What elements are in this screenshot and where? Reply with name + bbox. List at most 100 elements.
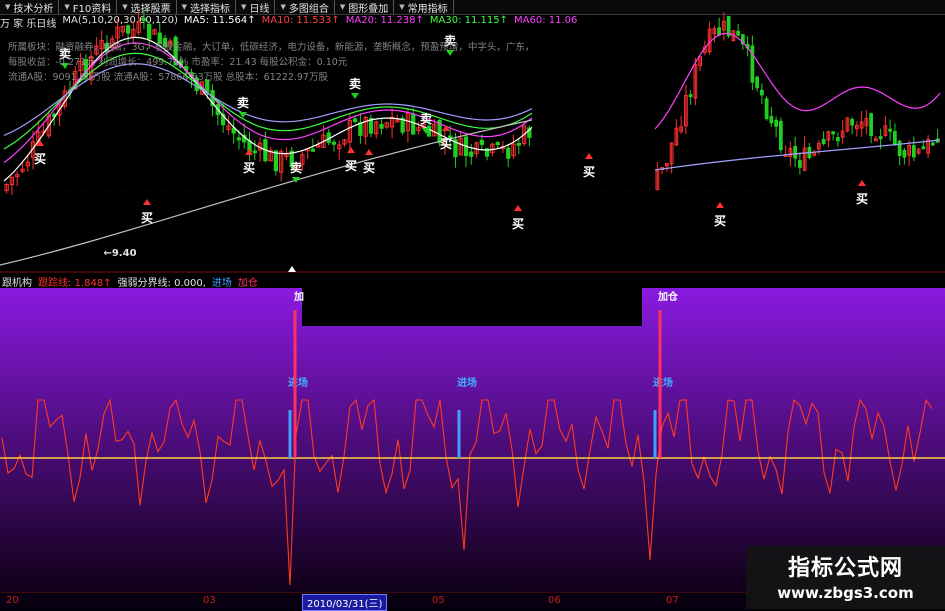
candle-body [921, 146, 926, 150]
candle-body [897, 140, 902, 156]
indicator-title: 跟机构 [2, 278, 32, 289]
buy-signal: 买 [243, 161, 255, 175]
candle-body [310, 148, 316, 152]
date-label: 20 [6, 595, 19, 606]
low-price-label: ←9.40 [103, 248, 136, 259]
candle-body [793, 145, 797, 159]
add-label: 加 [293, 290, 304, 303]
candle-body [479, 139, 484, 145]
divider-line-value: 强弱分界线: 0.000, [117, 278, 206, 289]
candle-body [893, 131, 897, 146]
candle-body [495, 142, 500, 146]
info-sector: 所属板块：融资融券，电脑，3G，参股金融，大订单，低碳经济，电力设备，新能源，垄… [8, 42, 533, 53]
candle-body [688, 94, 693, 98]
candle-body [750, 45, 755, 83]
candle-body [426, 125, 432, 137]
date-label: 03 [203, 595, 216, 606]
candle-body [717, 27, 721, 36]
candle-body [125, 25, 131, 34]
candle-body [888, 128, 892, 132]
add-legend: 加仓 [237, 278, 258, 289]
buy-arrow-icon [514, 205, 522, 211]
candle-body [779, 120, 783, 151]
candle-body [331, 141, 337, 145]
date-label: 05 [432, 595, 445, 606]
cursor-marker-icon [288, 266, 296, 272]
candle-body [236, 137, 242, 141]
buy-signal: 买 [512, 217, 524, 231]
candle-body [147, 23, 152, 40]
candle-body [821, 138, 826, 145]
candle-body [760, 89, 764, 96]
buy-signal: 买 [583, 165, 595, 179]
candle-body [878, 136, 883, 140]
ma10-line-right [654, 32, 941, 130]
indicator-legend: 跟机构 跟踪线: 1.848↑ 强弱分界线: 0.000, 进场 加仓 [2, 274, 264, 289]
add-bar [293, 310, 297, 458]
candle-body [358, 122, 363, 136]
ma30-line-right [654, 139, 941, 171]
date-label: 06 [548, 595, 561, 606]
enter-bar [653, 410, 657, 458]
enter-label: 进场 [653, 376, 673, 389]
buy-arrow-icon [365, 149, 373, 155]
buy-arrow-icon [347, 147, 355, 153]
sell-signal: 卖 [420, 111, 432, 126]
candle-body [902, 149, 907, 158]
candle-body [836, 137, 840, 142]
buy-signal: 买 [856, 192, 868, 206]
candle-body [764, 98, 769, 120]
sell-signal: 卖 [290, 160, 302, 175]
candle-body [850, 118, 854, 126]
sell-arrow-icon [351, 93, 359, 99]
buy-signal: 买 [440, 137, 452, 151]
enter-bar [288, 410, 292, 458]
candle-body [869, 113, 873, 137]
info-earnings: 每股收益：-0.271元 利润增长：499.71% 市盈率：21.43 每股公积… [8, 57, 348, 68]
candle-body [912, 145, 916, 158]
candle-body [769, 116, 774, 124]
stock-chart-canvas[interactable]: ←9.40买买买买买买买买买买卖卖卖卖卖卖进场 进场 进场加 加仓 [0, 0, 945, 609]
buy-arrow-icon [585, 153, 593, 159]
stock-info-overlay: 所属板块：融资融券，电脑，3G，参股金融，大订单，低碳经济，电力设备，新能源，垄… [8, 40, 533, 85]
watermark-title: 指标公式网 [787, 556, 903, 581]
add-bar [658, 310, 662, 458]
sell-signal: 卖 [237, 95, 249, 110]
candle-body [726, 15, 731, 37]
info-shares: 流通A股：9091.60万股 流通A股：57866.63万股 总股本：61222… [8, 72, 328, 83]
buy-signal: 买 [141, 211, 153, 225]
add-label: 加仓 [657, 290, 679, 303]
enter-legend: 进场 [211, 278, 232, 289]
candle-body [411, 113, 416, 135]
enter-label: 进场 [457, 376, 477, 389]
candle-body [506, 147, 511, 159]
candle-body [774, 119, 778, 127]
buy-signal: 买 [34, 152, 46, 166]
buy-signal: 买 [345, 159, 357, 173]
tracking-line-value: 跟踪线: 1.848↑ [38, 278, 112, 289]
candle-body [469, 151, 474, 157]
watermark-url: www.zbgs3.com [777, 584, 914, 602]
candle-body [352, 118, 358, 122]
candle-body [931, 142, 935, 146]
buy-arrow-icon [245, 149, 253, 155]
candle-body [736, 30, 740, 36]
candle-body [273, 150, 279, 172]
candle-body [379, 123, 384, 129]
buy-arrow-icon [858, 180, 866, 186]
buy-arrow-icon [143, 199, 151, 205]
buy-arrow-icon [716, 202, 724, 208]
candle-body [755, 76, 759, 89]
candle-body [252, 150, 257, 154]
buy-signal: 买 [363, 161, 375, 175]
enter-label: 进场 [288, 376, 308, 389]
candle-body [798, 160, 802, 168]
watermark: 指标公式网 www.zbgs3.com [746, 546, 945, 609]
candle-body [141, 17, 147, 22]
candle-body [831, 131, 835, 135]
selected-date[interactable]: 2010/03/31(三) [302, 594, 388, 611]
candle-body [516, 142, 521, 146]
indicator-panel-notch [302, 288, 642, 326]
buy-signal: 买 [714, 214, 726, 228]
date-label: 07 [666, 595, 679, 606]
